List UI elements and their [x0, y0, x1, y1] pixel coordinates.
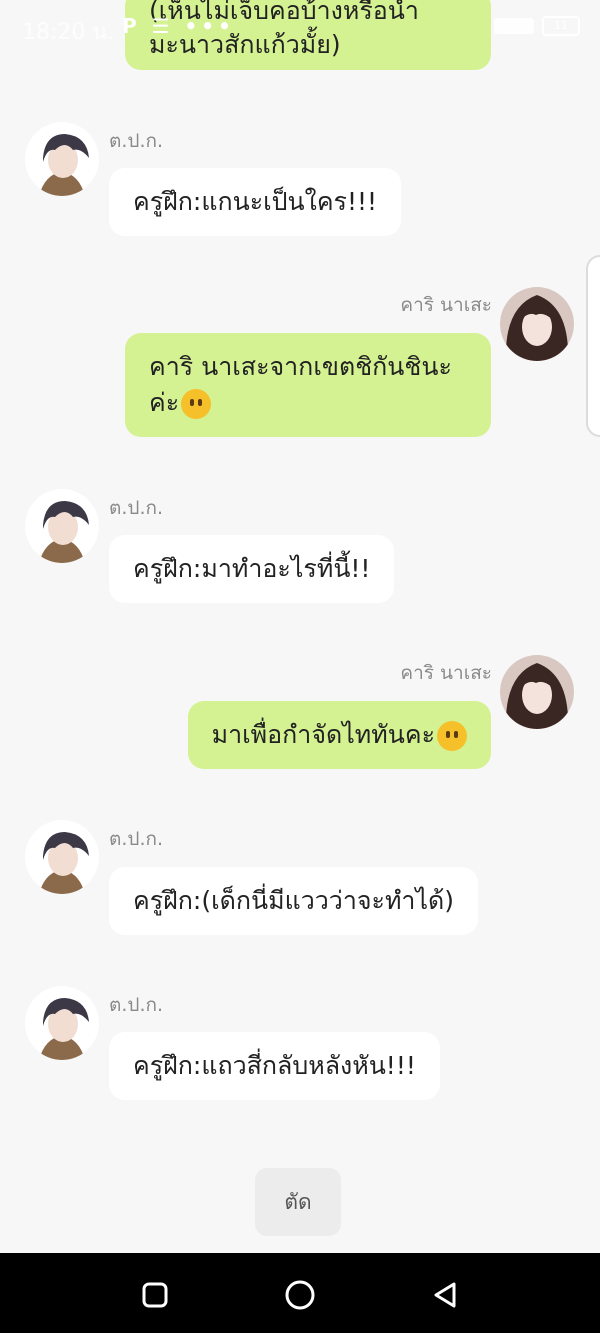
battery-icon: 11 [542, 16, 580, 36]
message-text: ครูฝึก:มาทำอะไรที่นี้!! [133, 554, 371, 583]
chat-bubble-left[interactable]: ครูฝึก:(เด็กนี่มีแววว่าจะทำได้) [109, 867, 479, 935]
chat-bubble-left[interactable]: ครูฝึก:แถวสี่กลับหลังหัน!!! [109, 1032, 440, 1100]
sender-name: ต.ป.ก. [109, 130, 164, 152]
kari-avatar-icon [500, 655, 574, 729]
signal-icon [494, 18, 534, 34]
circle-icon [285, 1280, 315, 1310]
trainer-avatar-icon [25, 820, 99, 894]
trainer-avatar-icon [25, 122, 99, 196]
status-time: 18:20 น. [22, 20, 115, 45]
sender-name: ต.ป.ก. [109, 828, 164, 850]
chat-bubble-left[interactable]: ครูฝึก:มาทำอะไรที่นี้!! [109, 535, 395, 603]
sender-name: ต.ป.ก. [109, 497, 164, 519]
neutral-face-emoji-icon [437, 721, 467, 751]
avatar-trainer[interactable] [25, 986, 99, 1060]
side-drawer-handle[interactable] [586, 255, 600, 437]
avatar-kari[interactable] [500, 655, 574, 729]
chat-bubble-right[interactable]: มาเพื่อกำจัดไททันคะ [187, 701, 491, 769]
trainer-avatar-icon [25, 986, 99, 1060]
sender-name: ต.ป.ก. [109, 994, 164, 1016]
message-text: ครูฝึก:แถวสี่กลับหลังหัน!!! [133, 1051, 416, 1080]
sender-name: คาริ นาเสะ [400, 662, 492, 684]
back-button[interactable] [425, 1275, 465, 1315]
cut-button[interactable]: ตัด [255, 1168, 341, 1236]
avatar-trainer[interactable] [25, 122, 99, 196]
neutral-face-emoji-icon [181, 389, 212, 419]
avatar-trainer[interactable] [25, 820, 99, 894]
chat-bubble-left[interactable]: ครูฝึก:แกนะเป็นใคร!!! [109, 168, 402, 236]
recent-apps-button[interactable] [135, 1275, 175, 1315]
triangle-back-icon [434, 1282, 456, 1308]
message-text: ครูฝึก:(เด็กนี่มีแววว่าจะทำได้) [133, 886, 455, 915]
kari-avatar-icon [500, 287, 574, 361]
avatar-kari[interactable] [500, 287, 574, 361]
trainer-avatar-icon [25, 489, 99, 563]
sender-name: คาริ นาเสะ [400, 294, 492, 316]
message-text: ครูฝึก:แกนะเป็นใคร!!! [133, 187, 378, 216]
chat-bubble-right[interactable]: คาริ นาเสะจากเขตชิกันชินะค่ะ [125, 333, 491, 437]
notification-icons: P ☰ ••• [122, 14, 235, 38]
avatar-trainer[interactable] [25, 489, 99, 563]
home-button[interactable] [280, 1275, 320, 1315]
navigation-bar [0, 1253, 600, 1333]
status-right: 11 [494, 16, 580, 36]
status-bar: 18:20 น. P ☰ ••• 11 [0, 0, 600, 56]
square-icon [142, 1282, 168, 1308]
message-text: มาเพื่อกำจัดไททันคะ [211, 720, 435, 749]
